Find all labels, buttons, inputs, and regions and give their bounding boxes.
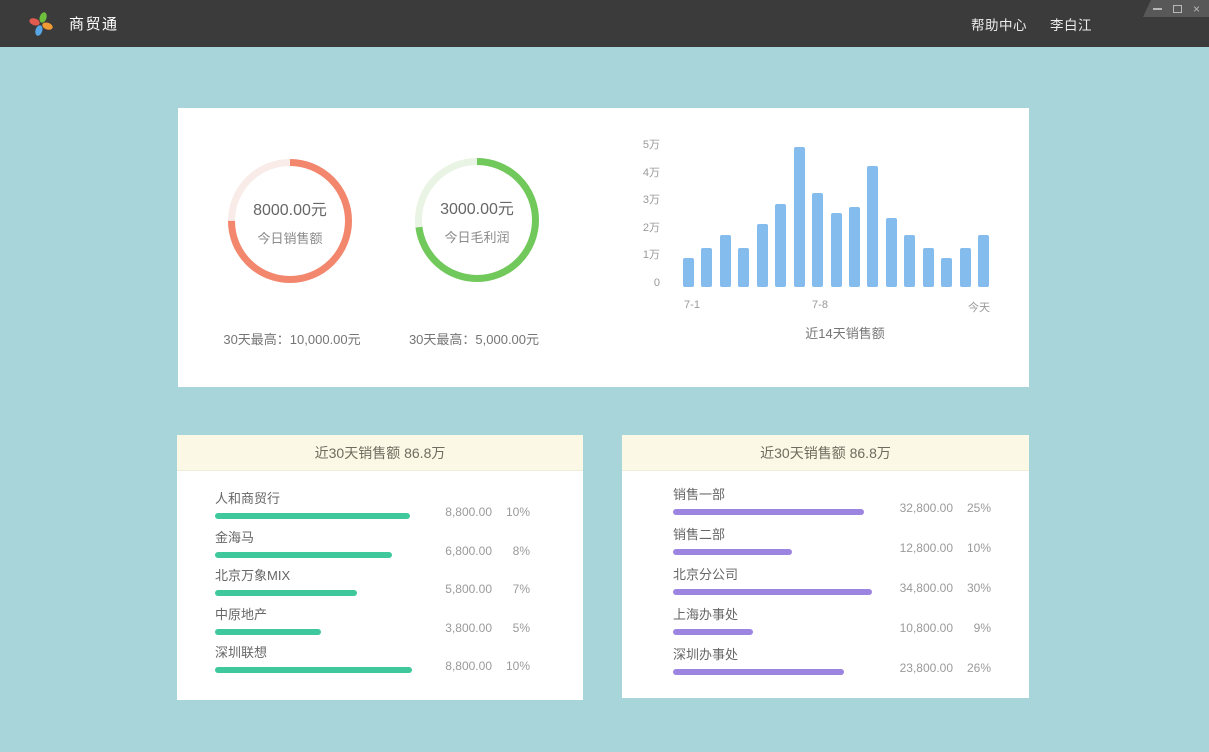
bar <box>849 207 860 287</box>
department-sales-card-title: 近30天销售额 86.8万 <box>622 435 1029 471</box>
list-item: 北京分公司 34,800.0030% <box>673 567 991 607</box>
y-axis-tick: 0 <box>620 276 660 290</box>
amount: 5,800.00 <box>420 582 492 596</box>
bar <box>978 235 989 287</box>
bar <box>812 193 823 287</box>
percent: 10% <box>492 659 530 673</box>
customer-sales-list: 人和商贸行 8,800.0010% 金海马 6,800.008% 北京万象MIX… <box>215 471 530 700</box>
list-item: 中原地产 3,800.005% <box>215 607 530 646</box>
amount: 8,800.00 <box>420 505 492 519</box>
progress-bar <box>215 513 412 519</box>
progress-bar <box>215 552 412 558</box>
bar <box>701 248 712 287</box>
percent: 30% <box>953 581 991 595</box>
amount: 10,800.00 <box>881 621 953 635</box>
bar <box>886 218 897 287</box>
daily-sales-bar-chart <box>683 141 989 287</box>
minimize-icon[interactable] <box>1153 8 1162 10</box>
progress-bar <box>673 589 872 595</box>
progress-bar <box>215 590 412 596</box>
bar-chart-title: 近14天销售额 <box>745 323 945 342</box>
y-axis-tick: 2万 <box>620 221 660 235</box>
bar <box>757 224 768 287</box>
today-profit-label: 今日毛利润 <box>444 227 509 246</box>
list-item: 销售一部 32,800.0025% <box>673 487 991 527</box>
list-item: 深圳办事处 23,800.0026% <box>673 647 991 687</box>
percent: 26% <box>953 661 991 675</box>
pinwheel-logo-icon <box>27 9 55 39</box>
amount: 6,800.00 <box>420 544 492 558</box>
list-item: 金海马 6,800.008% <box>215 530 530 569</box>
today-sales-label: 今日销售额 <box>257 228 322 247</box>
progress-bar <box>673 669 872 675</box>
help-center-link[interactable]: 帮助中心 <box>971 14 1027 34</box>
amount: 3,800.00 <box>420 621 492 635</box>
today-sales-donut: 8000.00元 今日销售额 <box>228 159 352 283</box>
profit-30d-max: 30天最高：5,000.00元 <box>364 329 584 348</box>
brand: 商贸通 <box>27 8 119 39</box>
amount: 12,800.00 <box>881 541 953 555</box>
percent: 5% <box>492 621 530 635</box>
bar <box>831 213 842 287</box>
app-window: 商贸通 帮助中心 李白江 × 8000.00元 今日销售额 30天最高：10,0… <box>0 0 1209 752</box>
list-item: 人和商贸行 8,800.0010% <box>215 491 530 530</box>
percent: 10% <box>492 505 530 519</box>
x-axis-label-mid: 7-8 <box>812 299 828 311</box>
maximize-icon[interactable] <box>1173 5 1182 13</box>
bar <box>738 248 749 287</box>
bar <box>904 235 915 287</box>
list-item: 上海办事处 10,800.009% <box>673 607 991 647</box>
amount: 32,800.00 <box>881 501 953 515</box>
y-axis-tick: 5万 <box>620 138 660 152</box>
close-icon[interactable]: × <box>1193 4 1200 14</box>
progress-bar <box>215 629 412 635</box>
bar <box>683 258 694 287</box>
y-axis-tick: 1万 <box>620 248 660 262</box>
top-nav: 帮助中心 李白江 <box>971 0 1092 47</box>
today-profit-donut: 3000.00元 今日毛利润 <box>415 158 539 282</box>
customer-sales-card-title: 近30天销售额 86.8万 <box>177 435 583 471</box>
percent: 8% <box>492 544 530 558</box>
amount: 34,800.00 <box>881 581 953 595</box>
list-item: 销售二部 12,800.0010% <box>673 527 991 567</box>
y-axis-tick: 4万 <box>620 166 660 180</box>
x-axis-label-today: 今天 <box>968 299 990 315</box>
department-sales-card: 近30天销售额 86.8万 销售一部 32,800.0025% 销售二部 12,… <box>622 435 1029 698</box>
bar <box>923 248 934 287</box>
percent: 25% <box>953 501 991 515</box>
bar <box>720 235 731 287</box>
summary-card: 8000.00元 今日销售额 30天最高：10,000.00元 3000.00元… <box>178 108 1029 387</box>
bar <box>794 147 805 287</box>
department-sales-list: 销售一部 32,800.0025% 销售二部 12,800.0010% 北京分公… <box>673 471 991 698</box>
window-controls: × <box>1143 0 1209 17</box>
progress-bar <box>673 509 872 515</box>
x-axis-label-first: 7-1 <box>684 299 700 311</box>
progress-bar <box>215 667 412 673</box>
list-item: 深圳联想 8,800.0010% <box>215 645 530 684</box>
today-sales-value: 8000.00元 <box>253 196 327 220</box>
bar <box>960 248 971 287</box>
bar <box>775 204 786 287</box>
amount: 23,800.00 <box>881 661 953 675</box>
percent: 10% <box>953 541 991 555</box>
amount: 8,800.00 <box>420 659 492 673</box>
progress-bar <box>673 629 872 635</box>
customer-sales-card: 近30天销售额 86.8万 人和商贸行 8,800.0010% 金海马 6,80… <box>177 435 583 700</box>
bar <box>941 258 952 287</box>
bar <box>867 166 878 287</box>
progress-bar <box>673 549 872 555</box>
app-title: 商贸通 <box>69 13 119 34</box>
today-profit-value: 3000.00元 <box>440 195 514 219</box>
list-item: 北京万象MIX 5,800.007% <box>215 568 530 607</box>
percent: 7% <box>492 582 530 596</box>
user-name-link[interactable]: 李白江 <box>1050 14 1092 34</box>
percent: 9% <box>953 621 991 635</box>
topbar: 商贸通 帮助中心 李白江 × <box>0 0 1209 47</box>
y-axis-tick: 3万 <box>620 193 660 207</box>
